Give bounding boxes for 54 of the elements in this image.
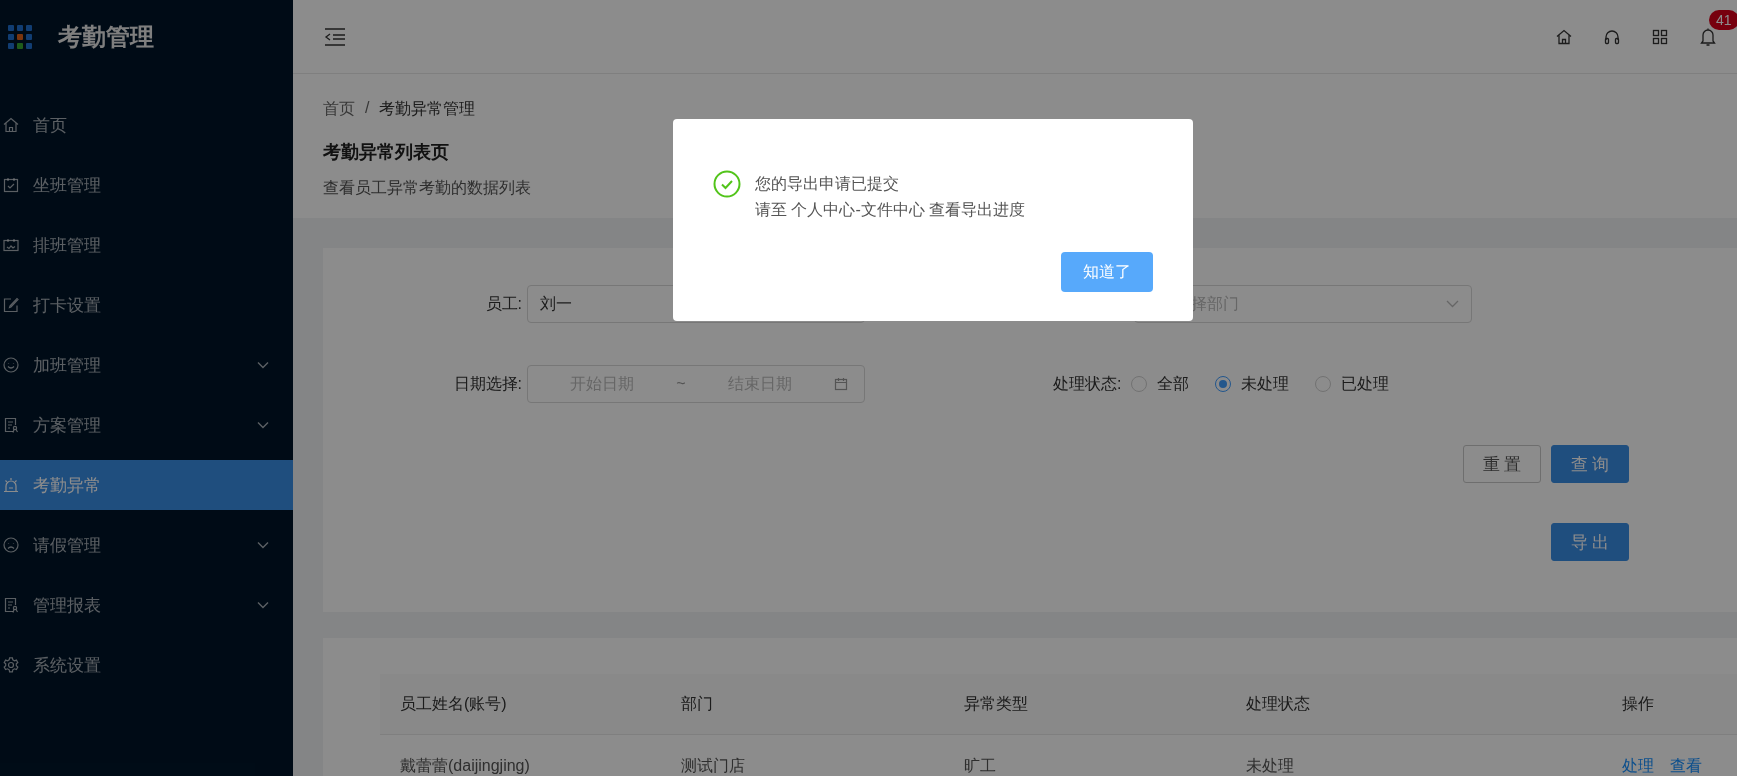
column-header: 员工姓名(账号) xyxy=(400,693,508,714)
sidebar-item[interactable]: 请假管理 xyxy=(0,515,293,575)
table-cell-text: 戴蕾蕾(daijingjing) xyxy=(400,756,531,776)
sidebar-item[interactable]: 排班管理 xyxy=(0,215,293,275)
dialog-message: 请至 个人中心-文件中心 查看导出进度 xyxy=(755,200,1026,220)
sidebar-item[interactable]: 系统设置 xyxy=(0,635,293,695)
field-label: 处理状态: xyxy=(1053,373,1122,394)
page-title: 考勤异常列表页 xyxy=(323,141,449,164)
app-grid-logo-icon xyxy=(8,25,32,49)
sidebar-item[interactable]: 考勤异常 xyxy=(0,460,293,510)
breadcrumb-link[interactable]: 首页 xyxy=(323,99,355,120)
home-icon[interactable] xyxy=(1555,27,1573,46)
radio-label: 全部 xyxy=(1157,373,1190,394)
dialog-title: 您的导出申请已提交 xyxy=(755,174,900,194)
chevron-down-icon xyxy=(1446,300,1459,308)
column-header: 操作 xyxy=(1622,693,1655,714)
headset-icon[interactable] xyxy=(1603,27,1621,46)
calendar-icon xyxy=(834,377,848,391)
radio-label: 已处理 xyxy=(1341,373,1390,394)
status-radio[interactable]: 已处理 xyxy=(1315,373,1390,395)
sidebar-item[interactable]: 加班管理 xyxy=(0,335,293,395)
field-label: 员工: xyxy=(485,293,523,314)
sidebar-item[interactable]: 打卡设置 xyxy=(0,275,293,335)
reset-button[interactable]: 重 置 xyxy=(1463,445,1541,483)
range-separator: ~ xyxy=(676,375,686,393)
action-link[interactable]: 查看 xyxy=(1670,756,1702,776)
app-title: 考勤管理 xyxy=(58,22,154,52)
breadcrumb-current: 考勤异常管理 xyxy=(379,99,476,119)
field-label: 日期选择: xyxy=(453,373,523,394)
status-radio[interactable]: 未处理 xyxy=(1215,373,1290,395)
column-header: 部门 xyxy=(681,693,714,714)
bell-icon[interactable] xyxy=(1699,26,1717,47)
table-cell-text: 未处理 xyxy=(1246,756,1295,776)
radio-label: 未处理 xyxy=(1241,373,1290,394)
success-check-icon xyxy=(713,170,741,198)
alarm-icon xyxy=(2,476,20,494)
breadcrumb-separator: / xyxy=(365,99,370,118)
sidebar-item[interactable]: 坐班管理 xyxy=(0,155,293,215)
acknowledge-button[interactable]: 知道了 xyxy=(1061,252,1153,292)
export-button[interactable]: 导 出 xyxy=(1551,523,1629,561)
action-link[interactable]: 处理 xyxy=(1622,756,1654,776)
sidebar-item[interactable]: 方案管理 xyxy=(0,395,293,455)
sidebar-item[interactable]: 首页 xyxy=(0,95,293,155)
table-cell-text: 测试门店 xyxy=(681,756,746,776)
menu-fold-icon[interactable] xyxy=(323,26,347,47)
search-button[interactable]: 查 询 xyxy=(1551,445,1629,483)
column-header: 处理状态 xyxy=(1246,693,1311,714)
table-cell-text: 旷工 xyxy=(964,756,997,776)
notification-badge: 41 xyxy=(1709,9,1737,30)
status-radio[interactable]: 全部 xyxy=(1131,373,1190,395)
column-header: 异常类型 xyxy=(964,693,1029,714)
page-description: 查看员工异常考勤的数据列表 xyxy=(323,178,531,198)
grid-icon[interactable] xyxy=(1651,27,1669,46)
sidebar-item[interactable]: 管理报表 xyxy=(0,575,293,635)
